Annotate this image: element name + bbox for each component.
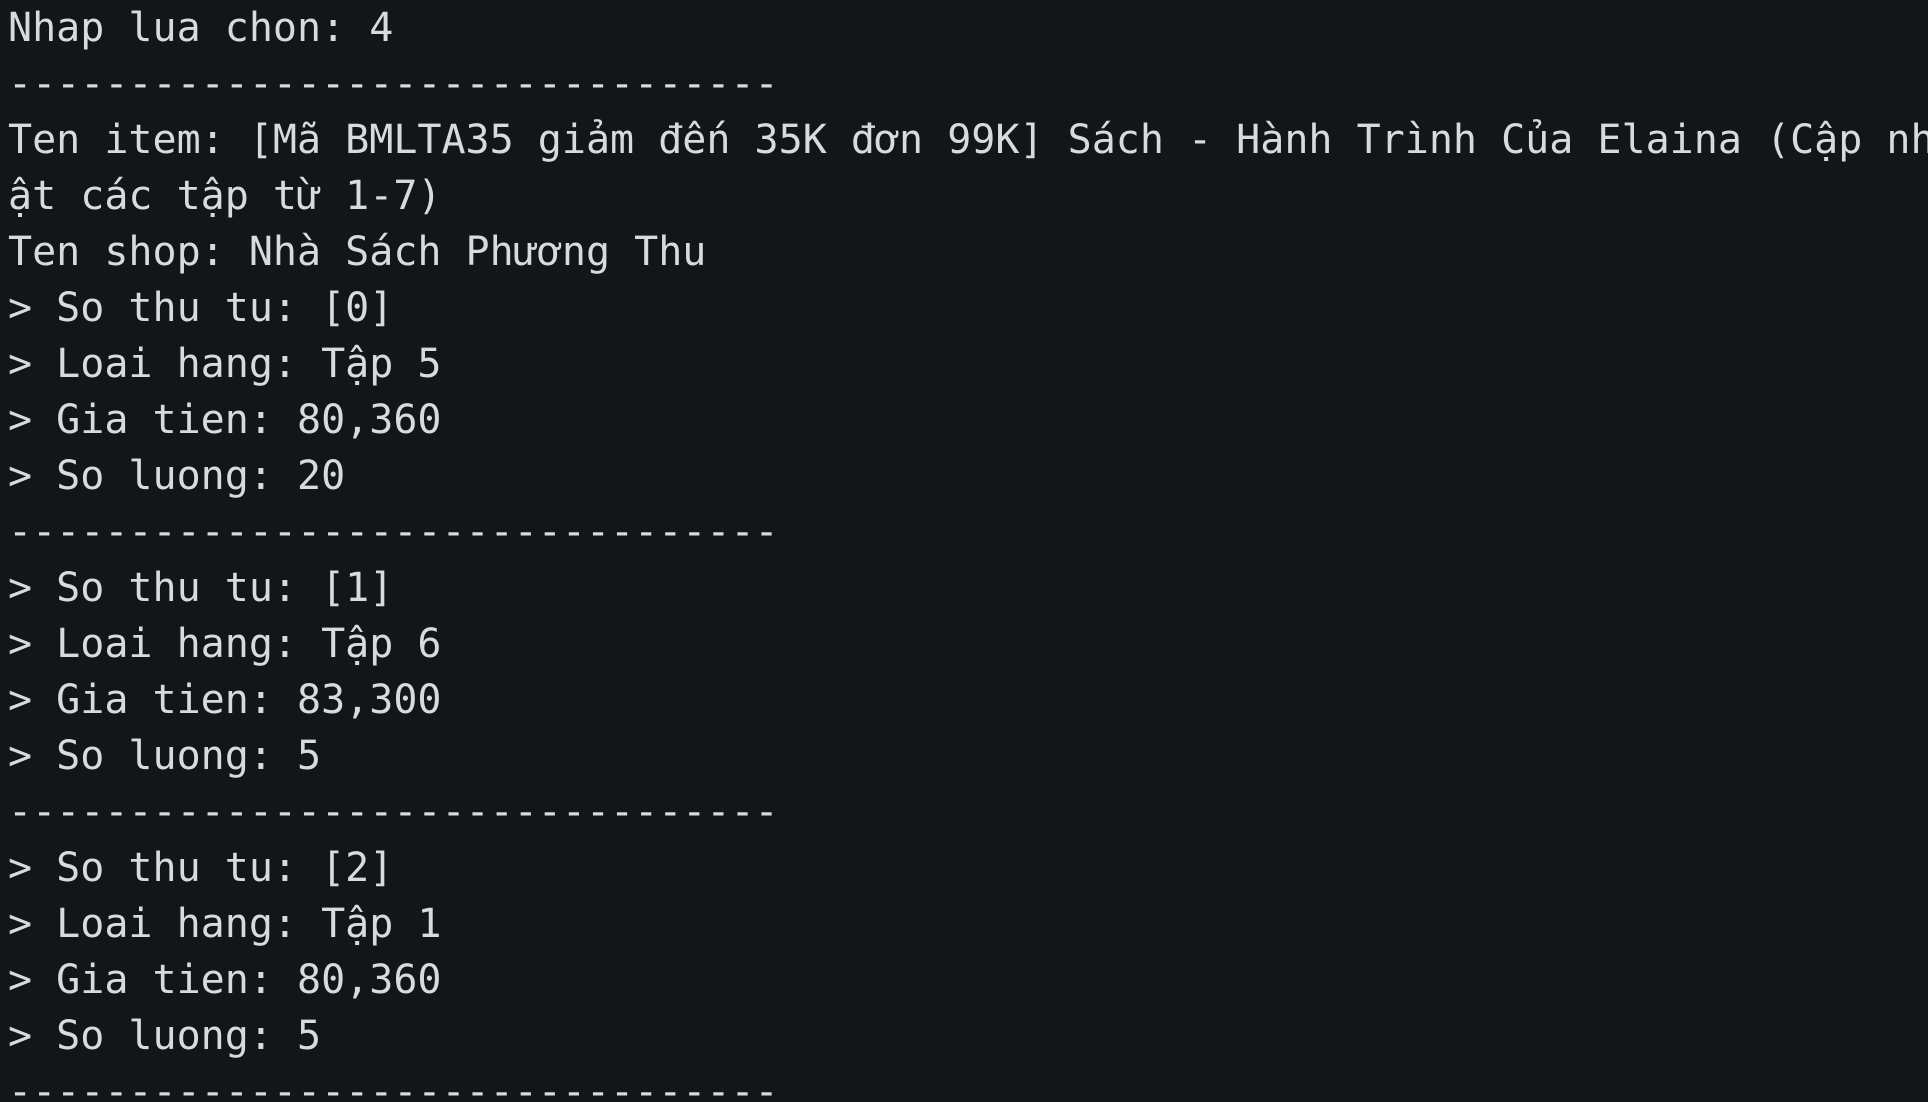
variant-price-line: > Gia tien: 80,360: [8, 957, 442, 1003]
variant-index-line: > So thu tu: [0]: [8, 285, 394, 331]
variant-price-line: > Gia tien: 83,300: [8, 677, 442, 723]
separator-line: --------------------------------: [8, 789, 779, 835]
item-name-line-wrap: ật các tập từ 1-7): [8, 173, 442, 219]
separator-line: --------------------------------: [8, 1069, 779, 1102]
variant-type-line: > Loai hang: Tập 5: [8, 341, 442, 387]
variant-type-line: > Loai hang: Tập 6: [8, 621, 442, 667]
variant-index-line: > So thu tu: [1]: [8, 565, 394, 611]
separator-line: --------------------------------: [8, 509, 779, 555]
variant-quantity-line: > So luong: 20: [8, 453, 346, 499]
prompt-line: Nhap lua chon: 4: [8, 5, 394, 51]
variant-type-line: > Loai hang: Tập 1: [8, 901, 442, 947]
variant-index-line: > So thu tu: [2]: [8, 845, 394, 891]
variant-price-line: > Gia tien: 80,360: [8, 397, 442, 443]
terminal-window[interactable]: Nhap lua chon: 4 -----------------------…: [0, 0, 1928, 1102]
variant-quantity-line: > So luong: 5: [8, 733, 322, 779]
shop-name-line: Ten shop: Nhà Sách Phương Thu: [8, 229, 707, 275]
separator-line: --------------------------------: [8, 61, 779, 107]
variant-quantity-line: > So luong: 5: [8, 1013, 322, 1059]
item-name-line: Ten item: [Mã BMLTA35 giảm đến 35K đơn 9…: [8, 117, 1928, 163]
